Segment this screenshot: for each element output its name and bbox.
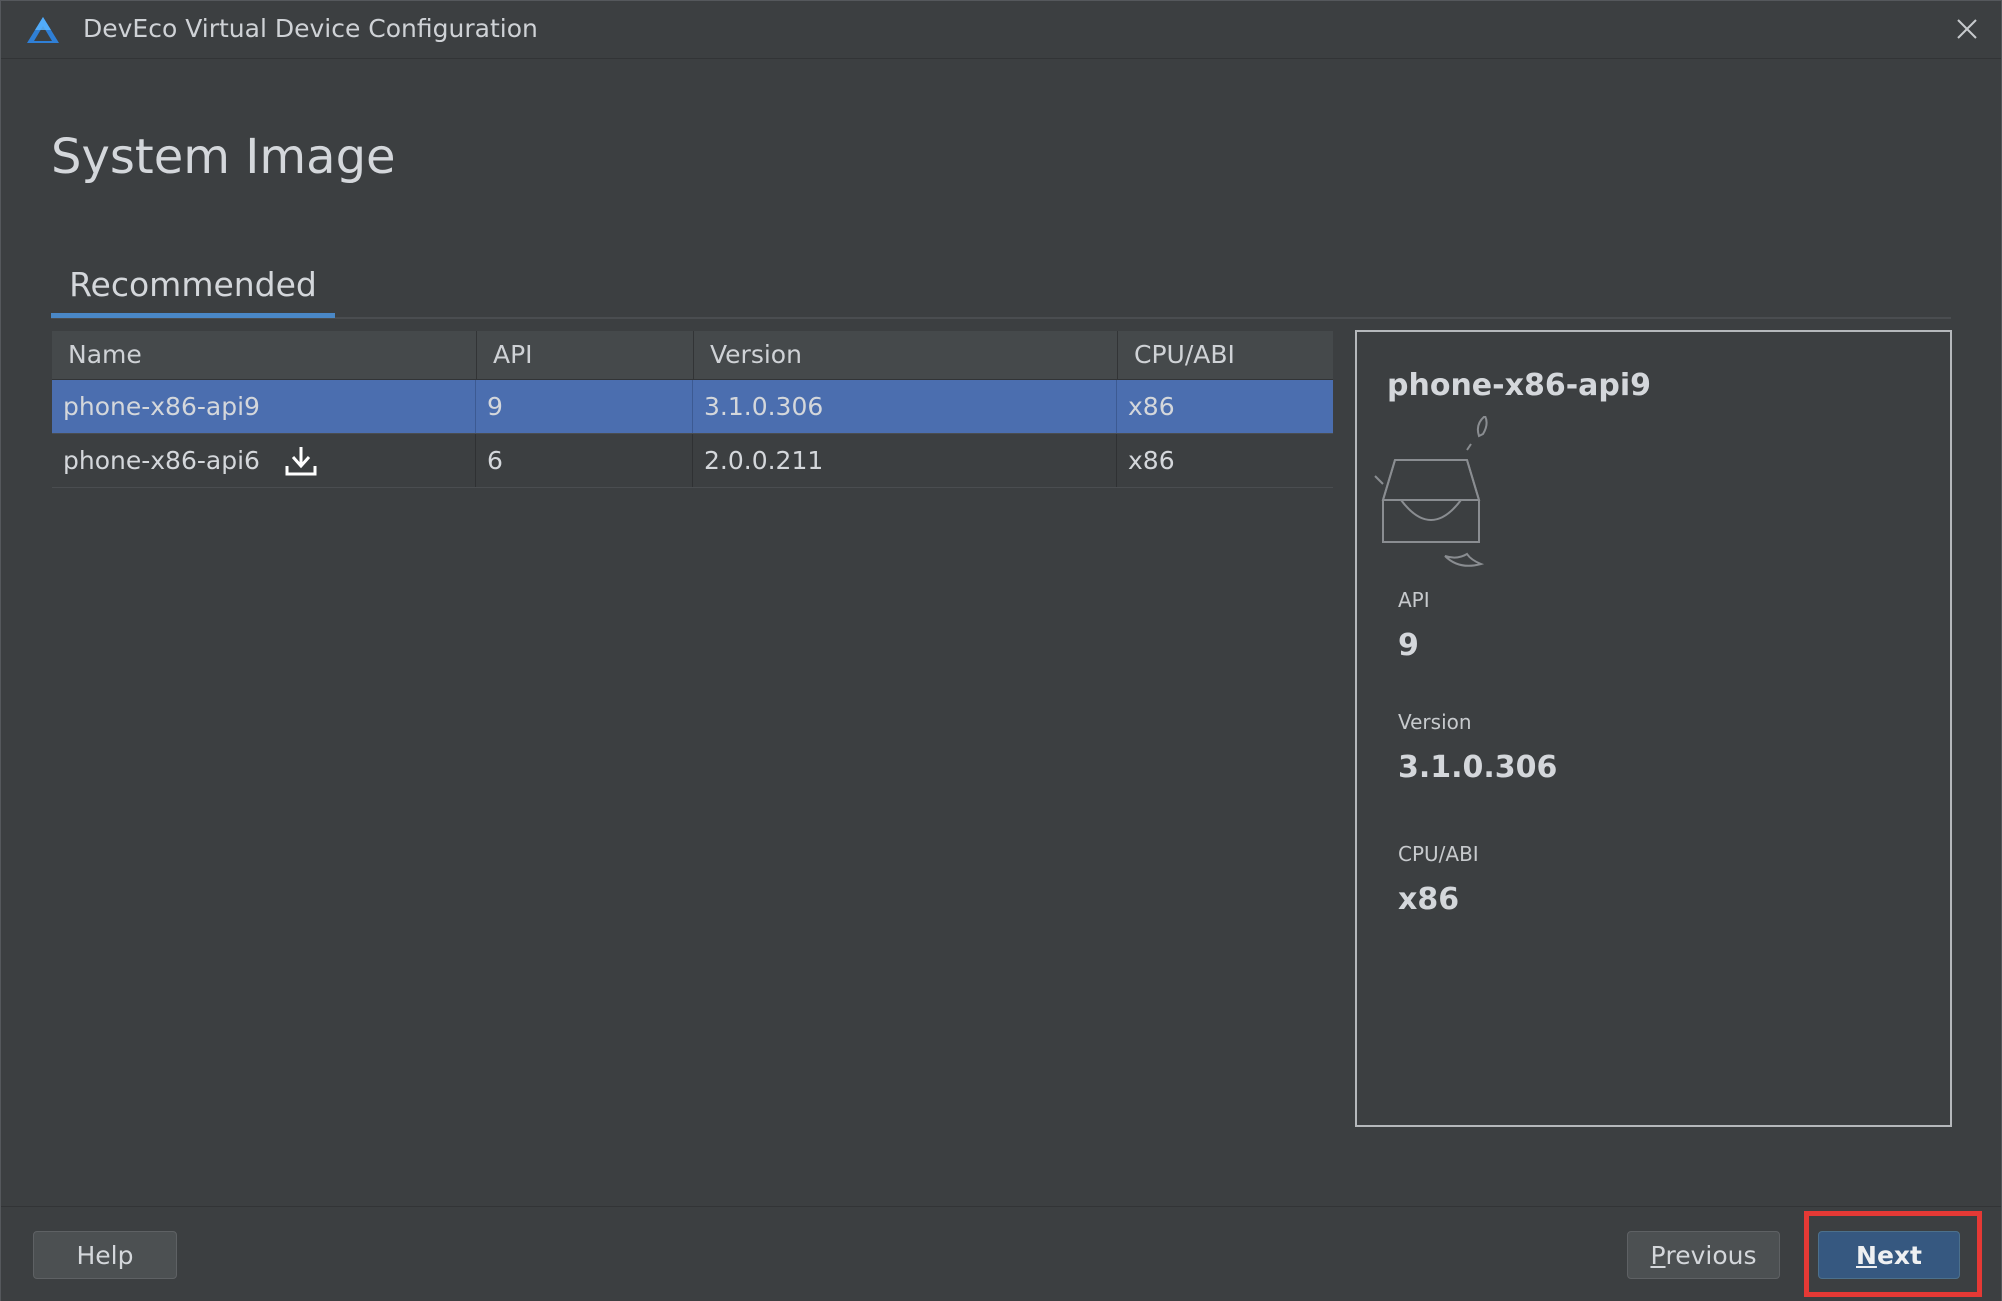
- title-bar: DevEco Virtual Device Configuration: [1, 1, 2001, 59]
- details-panel: phone-x86-api9 API 9 Version 3.1.0.306 C…: [1355, 330, 1952, 1127]
- window-title: DevEco Virtual Device Configuration: [83, 14, 538, 43]
- previous-label-rest: revious: [1665, 1240, 1757, 1270]
- close-icon: [1957, 19, 1977, 39]
- previous-button[interactable]: Previous: [1627, 1231, 1780, 1279]
- cell-cpu-abi: x86: [1128, 446, 1175, 475]
- help-button-label: Help: [76, 1240, 134, 1270]
- column-header-name[interactable]: Name: [52, 331, 477, 379]
- details-image-name: phone-x86-api9: [1387, 368, 1652, 403]
- table-header: Name API Version CPU/ABI: [52, 331, 1333, 380]
- download-icon[interactable]: [284, 444, 318, 478]
- system-image-table: Name API Version CPU/ABI phone-x86-api9 …: [52, 331, 1333, 1151]
- deveco-logo-icon: [27, 17, 59, 43]
- close-button[interactable]: [1947, 9, 1987, 49]
- column-header-api[interactable]: API: [477, 331, 694, 379]
- details-api-label: API: [1398, 588, 1430, 612]
- cell-version: 3.1.0.306: [693, 380, 1117, 433]
- tab-recommended[interactable]: Recommended: [51, 255, 335, 318]
- cell-version: 2.0.0.211: [693, 434, 1117, 487]
- cell-cpu-abi: x86: [1128, 392, 1175, 421]
- cell-api: 9: [476, 380, 693, 433]
- next-mnemonic: N: [1856, 1240, 1877, 1270]
- next-button[interactable]: Next: [1818, 1231, 1960, 1279]
- help-button[interactable]: Help: [33, 1231, 177, 1279]
- table-row[interactable]: phone-x86-api6 6 2.0.0.211 x86: [52, 434, 1333, 488]
- cell-name: phone-x86-api6: [63, 446, 260, 475]
- next-label-rest: ext: [1876, 1240, 1922, 1270]
- dialog-window: DevEco Virtual Device Configuration Syst…: [0, 0, 2002, 1301]
- cell-name: phone-x86-api9: [52, 380, 476, 433]
- details-api-value: 9: [1398, 628, 1419, 663]
- cell-name-container: phone-x86-api6: [52, 434, 476, 487]
- column-header-version[interactable]: Version: [694, 331, 1118, 379]
- empty-tray-icon: [1374, 416, 1488, 567]
- tab-bar: Recommended: [51, 255, 1951, 319]
- details-cpu-abi-value: x86: [1398, 882, 1460, 917]
- column-header-cpu-abi[interactable]: CPU/ABI: [1118, 331, 1333, 379]
- details-version-label: Version: [1398, 710, 1472, 734]
- dialog-footer: Help Previous Next: [1, 1206, 2001, 1301]
- previous-mnemonic: P: [1650, 1240, 1666, 1270]
- table-row[interactable]: phone-x86-api9 9 3.1.0.306 x86: [52, 380, 1333, 434]
- cell-api: 6: [476, 434, 693, 487]
- page-title: System Image: [51, 129, 396, 185]
- details-cpu-abi-label: CPU/ABI: [1398, 842, 1479, 866]
- details-version-value: 3.1.0.306: [1398, 750, 1558, 785]
